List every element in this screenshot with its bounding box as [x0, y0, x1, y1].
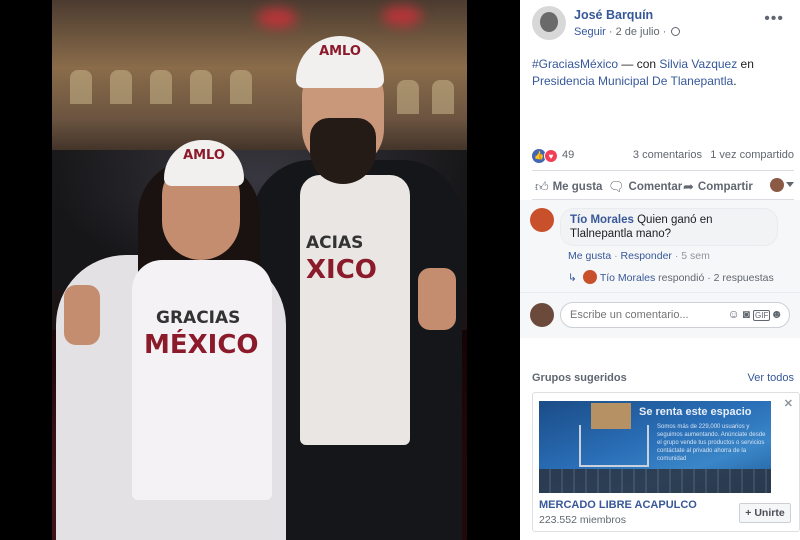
group-members: 223.552 miembros [539, 514, 626, 526]
cart-illustration [579, 403, 649, 467]
audience-selector[interactable] [770, 178, 794, 192]
post-panel: José Barquín Seguir · 2 de julio · ••• #… [520, 0, 800, 540]
emoji-icon[interactable]: ☺ [728, 307, 743, 321]
reply-verb: respondió [655, 272, 705, 284]
post-header: José Barquín Seguir · 2 de julio · ••• [532, 6, 792, 46]
comment-reply-link[interactable]: Responder [621, 250, 672, 262]
woman-thumbs-up [64, 285, 100, 345]
building-window [432, 80, 454, 114]
divider [532, 170, 794, 171]
author-name[interactable]: José Barquín [574, 8, 653, 22]
replies-link[interactable]: ↳ Tío Morales respondió · 2 respuestas [568, 270, 774, 284]
man-beard [310, 118, 376, 184]
camera-icon[interactable]: ◙ [743, 307, 753, 321]
background-building [52, 0, 467, 170]
commenter-name[interactable]: Tío Morales [570, 214, 634, 226]
share-count[interactable]: 1 vez compartido [710, 149, 794, 161]
cover-banner-text: Se renta este espacio [639, 406, 752, 418]
like-label: Me gusta [552, 181, 603, 193]
comment-label: Comentar [628, 181, 683, 193]
user-avatar [770, 178, 784, 192]
current-user-avatar [530, 303, 554, 327]
post-actions: 👍︎ Me gusta 🗨︎ Comentar ➦ Compartir [532, 176, 794, 198]
see-all-link[interactable]: Ver todos [748, 372, 794, 384]
chevron-down-icon [786, 182, 794, 187]
globe-icon[interactable] [671, 27, 681, 36]
man-thumbs-up [418, 268, 456, 330]
comment-like-link[interactable]: Me gusta [568, 250, 611, 262]
love-reaction-icon[interactable]: ♥ [544, 149, 558, 163]
man-shirt: ACIAS XICO [300, 175, 410, 445]
stage-light [382, 6, 422, 26]
caption-with: — con [618, 57, 660, 71]
woman-shirt-line2: MÉXICO [144, 330, 259, 360]
comments-section: Tío Morales Quien ganó en Tlalnepantla m… [520, 200, 800, 292]
like-button[interactable]: 👍︎ Me gusta [535, 179, 602, 195]
keyboard-illustration [539, 469, 771, 493]
post-meta: Seguir · 2 de julio · [574, 26, 681, 38]
post-date[interactable]: · 2 de julio · [609, 26, 666, 38]
post-caption: #GraciasMéxico — con Silvia Vazquez en P… [532, 56, 792, 90]
building-window [190, 70, 212, 104]
reply-count: · 2 respuestas [704, 272, 774, 284]
man-shirt-line2: XICO [306, 255, 377, 285]
man-shirt-line1: ACIAS [306, 233, 364, 253]
comment-count[interactable]: 3 comentarios [633, 149, 702, 161]
sticker-icon[interactable]: ☻ [770, 307, 786, 321]
share-button[interactable]: ➦ Compartir [683, 179, 753, 195]
comment-icon: 🗨︎ [608, 179, 625, 194]
comment-time[interactable]: 5 sem [681, 250, 710, 262]
cover-fine-print: Somos más de 229,000 usuarios y seguimos… [657, 424, 766, 462]
comment-button[interactable]: 🗨︎ Comentar [608, 179, 682, 195]
building-window [70, 70, 92, 104]
caption-in: en [737, 57, 754, 71]
thumbs-up-icon: 👍︎ [535, 179, 549, 194]
comment-composer: ☺◙GIF☻ [520, 292, 800, 338]
tagged-person-link[interactable]: Silvia Vazquez [659, 57, 737, 71]
building-window [230, 70, 252, 104]
post-photo[interactable]: ACIAS XICO AMLO GRACIAS MÉXICO AMLO [52, 0, 467, 540]
group-cover-image[interactable]: Se renta este espacio Somos más de 229,0… [539, 401, 771, 493]
suggested-groups-title: Grupos sugeridos [532, 372, 627, 384]
building-window [110, 70, 132, 104]
building-window [150, 70, 172, 104]
follow-link[interactable]: Seguir [574, 26, 606, 38]
replier-name: Tío Morales [599, 272, 656, 284]
replier-avatar [582, 270, 597, 284]
hashtag-link[interactable]: #GraciasMéxico [532, 57, 618, 71]
woman-cap-logo: AMLO [183, 148, 225, 163]
group-card[interactable]: ✕ Se renta este espacio Somos más de 229… [532, 392, 800, 532]
woman-shirt: GRACIAS MÉXICO [132, 260, 272, 500]
join-group-button[interactable]: + Unirte [739, 503, 791, 523]
share-icon: ➦ [683, 179, 694, 194]
reaction-count[interactable]: 49 [562, 149, 574, 161]
post-stats: 👍 ♥ 49 3 comentarios 1 vez compartido [532, 148, 794, 164]
photo-viewer[interactable]: ACIAS XICO AMLO GRACIAS MÉXICO AMLO [0, 0, 520, 540]
reply-arrow-icon: ↳ [568, 272, 577, 284]
composer-icons: ☺◙ GIF ☻ [728, 307, 787, 321]
man-cap: AMLO [296, 36, 384, 88]
stage-light [257, 8, 297, 28]
building-window [397, 80, 419, 114]
more-dots-icon[interactable]: ••• [764, 10, 784, 28]
group-name[interactable]: MERCADO LIBRE ACAPULCO [539, 499, 697, 511]
author-avatar[interactable] [532, 6, 566, 40]
close-icon[interactable]: ✕ [784, 397, 793, 410]
place-link[interactable]: Presidencia Municipal De Tlanepantla [532, 74, 733, 88]
man-cap-logo: AMLO [319, 44, 361, 59]
woman-shirt-line1: GRACIAS [156, 308, 241, 328]
comment-actions: Me gusta · Responder · 5 sem [568, 250, 710, 262]
comment-bubble: Tío Morales Quien ganó en Tlalnepantla m… [560, 208, 778, 246]
share-label: Compartir [697, 181, 753, 193]
commenter-avatar[interactable] [530, 208, 554, 232]
gif-icon[interactable]: GIF [753, 310, 771, 321]
caption-period: . [733, 74, 737, 88]
